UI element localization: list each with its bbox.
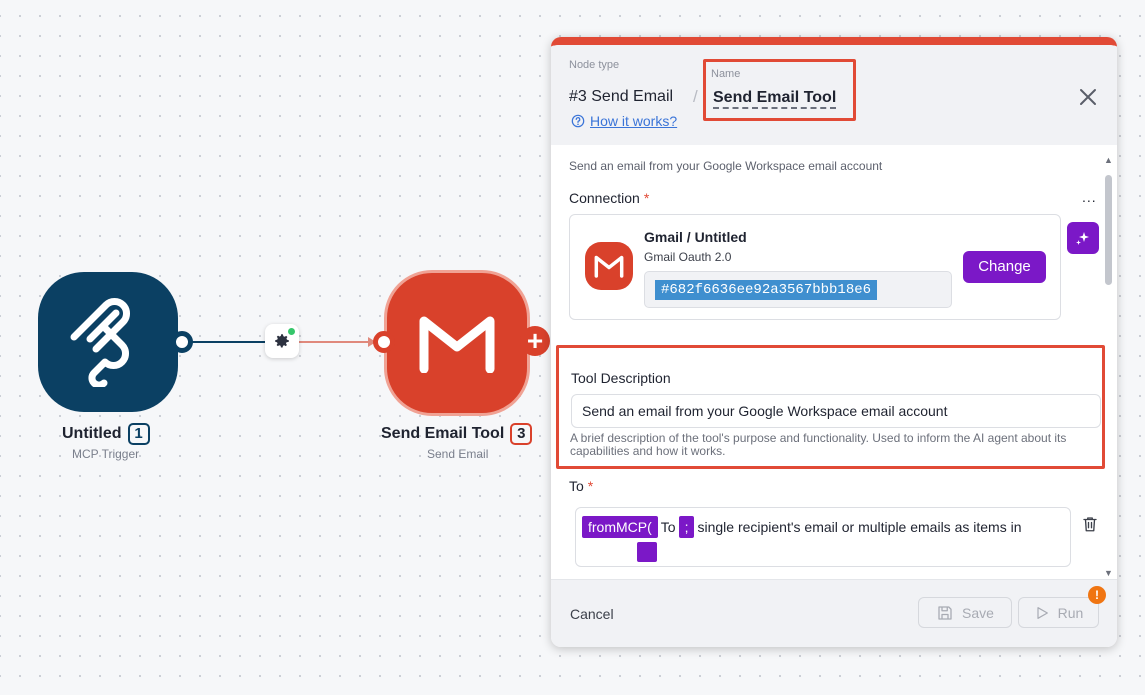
connection-menu-button[interactable]: ... (1082, 189, 1097, 205)
node-description: Send an email from your Google Workspace… (569, 159, 883, 173)
gear-icon (275, 334, 289, 348)
name-label: Name (711, 68, 741, 80)
gmail-node-title: Send Email Tool 3 (381, 423, 533, 445)
panel-header: Node type #3 Send Email / Name Send Emai… (551, 45, 1117, 145)
warning-badge[interactable]: ! (1088, 586, 1106, 604)
name-value[interactable]: Send Email Tool (713, 89, 837, 109)
play-icon (1037, 606, 1048, 619)
close-icon[interactable] (1076, 85, 1100, 109)
tool-description-section: Tool Description Send an email from your… (556, 345, 1105, 469)
connection-id-field: #682f6636ee92a3567bbb18e6 (644, 271, 952, 308)
to-expression-line: fromMCP( To ; single recipient's email o… (582, 516, 1022, 538)
node-type-label: Node type (569, 59, 620, 71)
status-dot (288, 328, 295, 335)
gmail-logo (585, 242, 633, 290)
panel-scrollbar[interactable]: ▲ ▼ (1102, 155, 1114, 579)
mcp-node-title: Untitled 1 (62, 423, 150, 445)
scroll-thumb[interactable] (1105, 175, 1112, 285)
cancel-button[interactable]: Cancel (570, 606, 614, 622)
edge-settings-button[interactable] (265, 324, 299, 358)
panel-body[interactable]: Send an email from your Google Workspace… (551, 145, 1117, 579)
expression-token[interactable]: ; (678, 516, 695, 538)
node-number-badge: 1 (127, 423, 150, 445)
run-button[interactable]: Run (1018, 597, 1099, 628)
node-type-value: #3 Send Email (569, 88, 674, 105)
save-icon (938, 605, 952, 620)
node-settings-panel: Node type #3 Send Email / Name Send Emai… (551, 37, 1117, 647)
tool-description-label: Tool Description (571, 370, 671, 386)
scroll-down-arrow[interactable]: ▼ (1104, 568, 1113, 578)
change-connection-button[interactable]: Change (963, 251, 1046, 283)
to-label: To * (569, 478, 594, 494)
expression-token[interactable]: fromMCP( (582, 516, 658, 538)
connection-id: #682f6636ee92a3567bbb18e6 (655, 280, 878, 300)
tool-description-hint: A brief description of the tool's purpos… (570, 431, 1067, 458)
gmail-input-port[interactable] (373, 331, 395, 353)
add-node-button[interactable]: + (520, 326, 550, 356)
connection-label: Connection * (569, 190, 650, 206)
tool-description-input[interactable]: Send an email from your Google Workspace… (571, 394, 1101, 428)
title-separator: / (693, 87, 698, 106)
to-expression-editor[interactable]: fromMCP( To ; single recipient's email o… (575, 507, 1071, 567)
save-button[interactable]: Save (918, 597, 1012, 628)
mcp-icon (70, 298, 130, 387)
trash-icon[interactable] (1081, 515, 1099, 533)
gmail-icon (594, 255, 624, 278)
gmail-icon (419, 316, 495, 373)
help-icon (571, 114, 585, 128)
scroll-up-arrow[interactable]: ▲ (1104, 155, 1113, 165)
ai-assist-button[interactable] (1067, 222, 1099, 254)
how-it-works-link[interactable]: How it works? (571, 113, 677, 129)
mcp-node-subtitle: MCP Trigger (72, 447, 140, 461)
connection-card: Gmail / Untitled Gmail Oauth 2.0 #682f66… (569, 214, 1061, 320)
send-email-node[interactable] (384, 270, 530, 416)
sparkle-icon (1076, 232, 1089, 245)
expression-token[interactable] (637, 542, 657, 562)
connection-type: Gmail Oauth 2.0 (644, 250, 732, 264)
node-number-badge: 3 (510, 423, 533, 445)
mcp-trigger-node[interactable] (38, 272, 178, 412)
mcp-output-port[interactable] (171, 331, 193, 353)
connection-name: Gmail / Untitled (644, 229, 747, 245)
panel-footer: Cancel Save Run ! (551, 579, 1117, 647)
gmail-node-subtitle: Send Email (427, 447, 489, 461)
name-field[interactable]: Name Send Email Tool (703, 59, 856, 121)
